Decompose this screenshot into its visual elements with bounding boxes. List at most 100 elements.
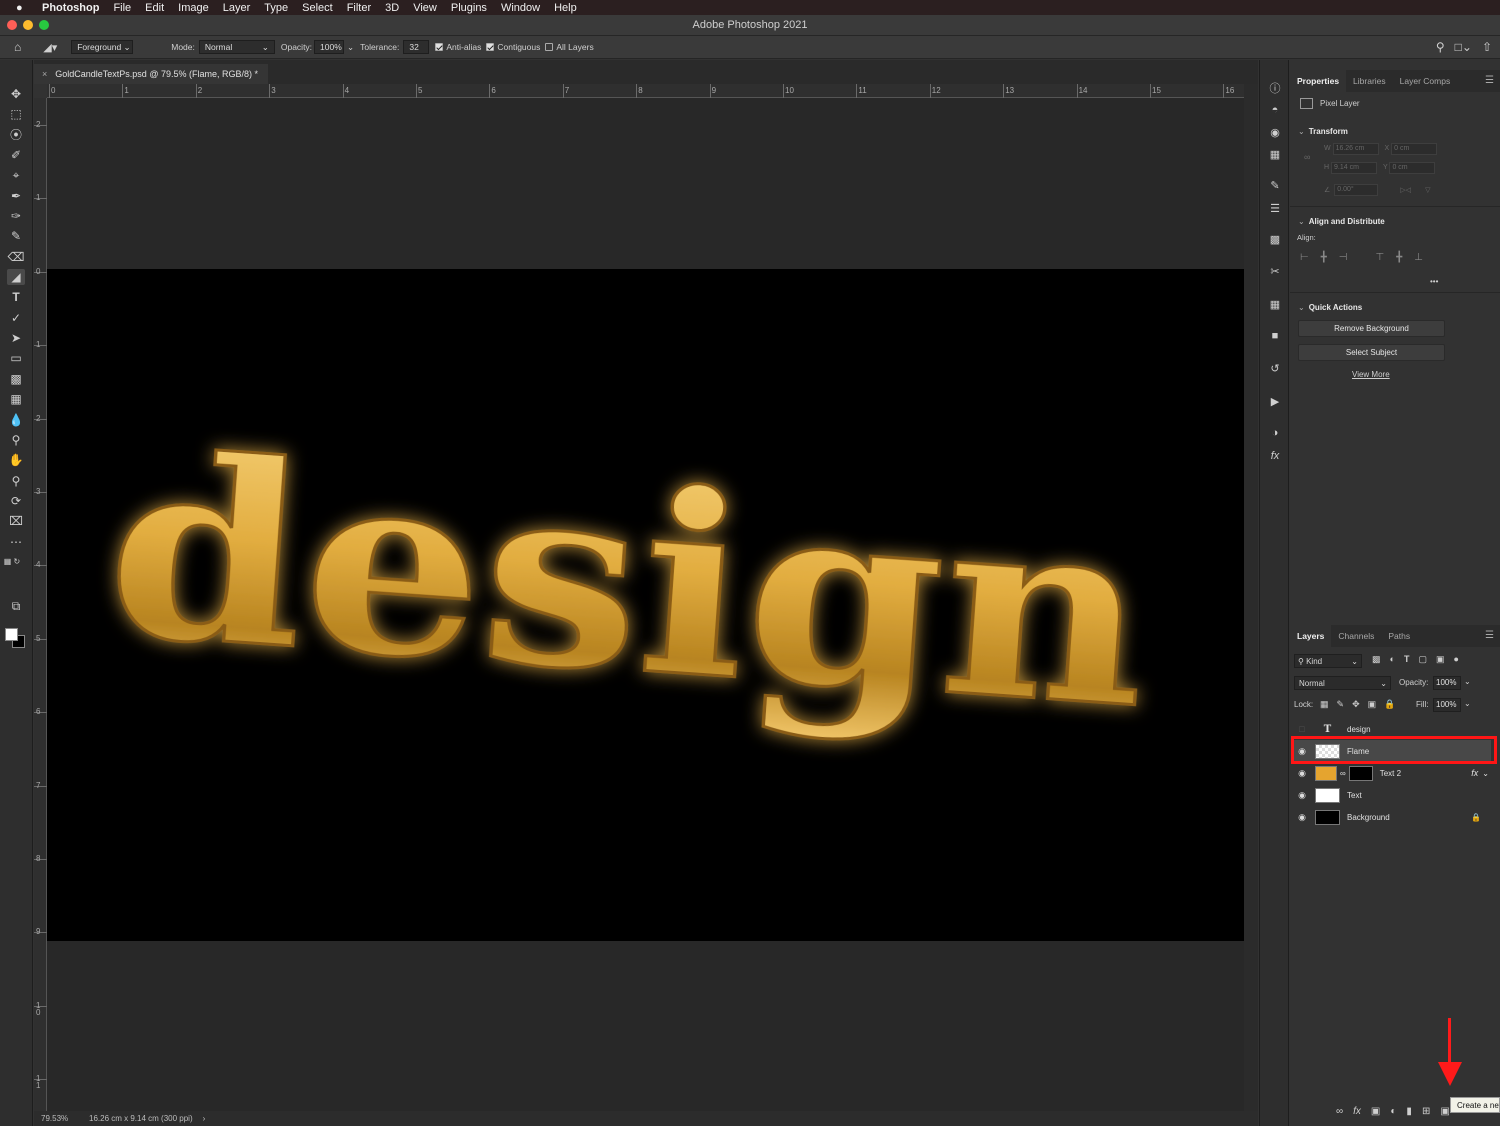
anti-alias-checkbox[interactable]: Anti-alias <box>435 42 481 52</box>
move-tool-icon[interactable]: ✥ <box>7 86 25 102</box>
select-subject-button[interactable]: Select Subject <box>1298 344 1445 361</box>
align-top-icon[interactable]: ⊤ <box>1375 252 1384 263</box>
quick-actions-header[interactable]: ⌄ Quick Actions <box>1290 300 1500 314</box>
contiguous-checkbox[interactable]: Contiguous <box>486 42 540 52</box>
visibility-icon[interactable]: ◉ <box>1293 790 1311 801</box>
visibility-icon[interactable]: ◉ <box>1293 812 1311 823</box>
delete-layer-icon[interactable]: ▣ <box>1440 1106 1449 1117</box>
visibility-off-icon[interactable]: □ <box>1293 724 1311 734</box>
flip-horizontal-icon[interactable]: ▷◁ <box>1400 186 1411 194</box>
tolerance-input[interactable]: 32 <box>403 40 430 54</box>
rectangle-tool-icon[interactable]: ▭ <box>7 350 25 366</box>
add-style-icon[interactable]: fx <box>1353 1106 1361 1117</box>
link-layers-icon[interactable]: ∞ <box>1336 1106 1343 1117</box>
align-left-icon[interactable]: ⊢ <box>1300 252 1309 263</box>
frame-tool-icon[interactable]: ▦ <box>7 391 25 407</box>
home-icon[interactable]: ⌂ <box>14 40 21 54</box>
layer-row-text[interactable]: ◉ Text <box>1293 784 1491 806</box>
tab-properties[interactable]: Properties <box>1290 70 1347 92</box>
menu-filter[interactable]: Filter <box>347 2 371 14</box>
menu-help[interactable]: Help <box>554 2 577 14</box>
view-more-link[interactable]: View More <box>1352 370 1390 379</box>
lock-artboard-icon[interactable]: ▣ <box>1368 699 1377 710</box>
eyedropper-tool-icon[interactable]: ✒ <box>7 188 25 204</box>
clone-stamp-tool-icon[interactable]: ▩ <box>7 371 25 387</box>
y-field[interactable]: 0 cm <box>1389 162 1436 174</box>
rotate-view-tool-icon[interactable]: ⟳ <box>7 493 25 509</box>
fill-source-select[interactable]: Foreground ⌄ <box>71 40 134 54</box>
info-panel-icon[interactable]: ⓘ <box>1266 80 1284 96</box>
screen-mode-icon[interactable]: ⧉ <box>7 598 25 614</box>
artboards-panel-icon[interactable]: ▦ <box>1266 296 1284 312</box>
angle-field[interactable]: 0.00° <box>1334 184 1379 196</box>
path-selection-tool-icon[interactable]: ➤ <box>7 330 25 346</box>
minimize-window-button[interactable] <box>23 20 33 30</box>
tab-layer-comps[interactable]: Layer Comps <box>1393 70 1458 92</box>
brush-tool-icon[interactable]: ✎ <box>7 228 25 244</box>
document-canvas[interactable]: design <box>47 269 1244 941</box>
brushes-panel-icon[interactable]: ✎ <box>1266 177 1284 193</box>
menu-type[interactable]: Type <box>264 2 288 14</box>
document-tab[interactable]: × GoldCandleTextPs.psd @ 79.5% (Flame, R… <box>34 64 268 84</box>
height-field[interactable]: 9.14 cm <box>1331 162 1378 174</box>
patterns-panel-icon[interactable]: ▦ <box>1266 146 1284 162</box>
filter-kind-select[interactable]: ⚲ Kind ⌄ <box>1294 654 1362 668</box>
status-menu-arrow[interactable]: › <box>203 1114 206 1123</box>
vertical-scrollbar[interactable] <box>1244 84 1258 1111</box>
actions-panel-icon[interactable]: ▶ <box>1266 393 1284 409</box>
close-document-icon[interactable]: × <box>42 69 47 79</box>
align-section-header[interactable]: ⌄ Align and Distribute <box>1290 214 1500 228</box>
workspace-icon[interactable]: □⌄ <box>1455 40 1472 54</box>
more-tools-icon[interactable]: ⋯ <box>7 534 25 550</box>
filter-adjustment-icon[interactable]: ◐ <box>1390 654 1395 665</box>
zoom-level[interactable]: 79.53% <box>41 1114 89 1123</box>
menu-plugins[interactable]: Plugins <box>451 2 487 14</box>
visibility-icon[interactable]: ◉ <box>1293 768 1311 779</box>
quick-selection-tool-icon[interactable]: ✐ <box>7 147 25 163</box>
layer-opacity-dropdown-icon[interactable]: ⌄ <box>1464 677 1471 686</box>
layer-opacity-input[interactable]: 100% <box>1433 676 1461 690</box>
menu-edit[interactable]: Edit <box>145 2 164 14</box>
new-layer-icon[interactable]: ⊞ <box>1422 1106 1430 1117</box>
properties-menu-icon[interactable]: ☰ <box>1485 75 1494 86</box>
lasso-tool-icon[interactable]: ⦿ <box>7 126 25 142</box>
opacity-dropdown-icon[interactable]: ⌄ <box>347 42 354 53</box>
styles-panel-icon[interactable]: ◑ <box>1266 425 1284 441</box>
menu-image[interactable]: Image <box>178 2 209 14</box>
crop-tool-icon[interactable]: ⌖ <box>7 167 25 183</box>
default-colors-icon[interactable]: ▦ ↻ <box>3 553 21 569</box>
fill-dropdown-icon[interactable]: ⌄ <box>1464 699 1471 708</box>
menu-select[interactable]: Select <box>302 2 333 14</box>
menu-view[interactable]: View <box>413 2 437 14</box>
gradients-panel-icon[interactable]: ■ <box>1266 328 1284 344</box>
zoom-tool-icon[interactable]: ⚲ <box>7 473 25 489</box>
layer-row-text-2[interactable]: ◉ ∞ Text 2 fx ⌄ <box>1293 762 1491 784</box>
align-bottom-icon[interactable]: ⊥ <box>1414 252 1423 263</box>
menu-layer[interactable]: Layer <box>223 2 251 14</box>
clone-source-panel-icon[interactable]: ▩ <box>1266 231 1284 247</box>
link-dimensions-icon[interactable]: ∞ <box>1304 152 1310 162</box>
tab-channels[interactable]: Channels <box>1331 625 1381 647</box>
x-field[interactable]: 0 cm <box>1391 143 1438 155</box>
share-icon[interactable]: ⇧ <box>1482 40 1492 54</box>
lock-transparent-icon[interactable]: ▦ <box>1320 699 1329 710</box>
new-adjustment-icon[interactable]: ◐ <box>1390 1106 1396 1117</box>
dodge-tool-icon[interactable]: ⚲ <box>7 432 25 448</box>
color-panel-icon[interactable]: ◓ <box>1266 102 1284 118</box>
filter-type-icon[interactable]: T <box>1404 654 1410 665</box>
fx-icon[interactable]: fx <box>1471 768 1478 778</box>
blend-mode-select[interactable]: Normal ⌄ <box>1294 676 1391 690</box>
lock-position-icon[interactable]: ✥ <box>1352 699 1360 710</box>
app-menu[interactable]: Photoshop <box>42 2 99 14</box>
all-layers-checkbox[interactable]: All Layers <box>545 42 594 52</box>
history-panel-icon[interactable]: ↺ <box>1266 360 1284 376</box>
swatches-panel-icon[interactable]: ◉ <box>1266 124 1284 140</box>
tab-layers[interactable]: Layers <box>1290 625 1332 647</box>
marquee-tool-icon[interactable]: ⬚ <box>7 106 25 122</box>
flip-vertical-icon[interactable]: ▽ <box>1425 186 1430 194</box>
tab-paths[interactable]: Paths <box>1381 625 1417 647</box>
align-center-h-icon[interactable]: ╋ <box>1321 252 1327 263</box>
align-middle-v-icon[interactable]: ╋ <box>1396 252 1402 263</box>
transform-section-header[interactable]: ⌄ Transform <box>1290 124 1500 138</box>
chevron-down-icon[interactable]: ⌄ <box>1482 769 1489 778</box>
